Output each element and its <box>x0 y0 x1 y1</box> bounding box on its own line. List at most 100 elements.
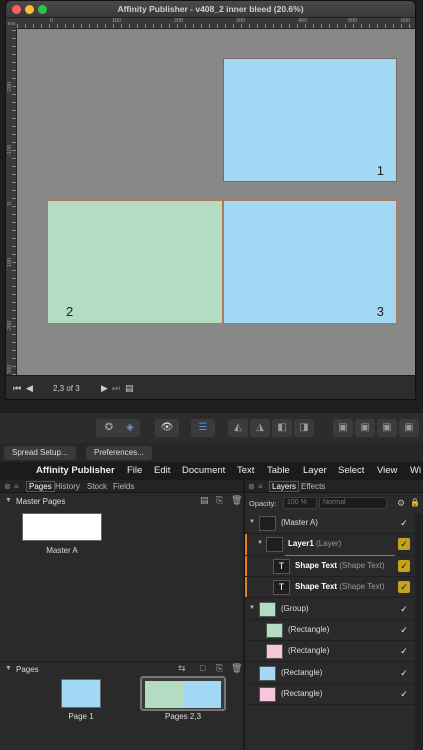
tab-pages[interactable]: Pages <box>26 481 55 492</box>
expand-arrow-icon[interactable]: ▼ <box>257 540 263 546</box>
insert-pages-icon[interactable]: ⎘ <box>216 663 223 674</box>
menu-edit[interactable]: Edit <box>154 465 170 476</box>
settings-gear-icon[interactable]: ⚙ <box>397 498 405 509</box>
preferences-button[interactable]: Preferences... <box>86 446 152 460</box>
persona-photo-icon[interactable]: ◈ <box>120 419 140 437</box>
master-a-label: Master A <box>46 546 78 555</box>
layer-name: (Rectangle) <box>288 625 330 634</box>
page-navigator-icon[interactable]: ▤ <box>125 383 134 394</box>
opacity-field[interactable]: 100 % <box>283 497 317 509</box>
vertical-ruler[interactable]: -200 -100 0 100 200 300 <box>6 29 17 375</box>
layer-row-rectangle[interactable]: (Rectangle) ✓ <box>245 641 415 662</box>
menu-bar: Affinity Publisher File Edit Document Te… <box>0 462 423 480</box>
layer-type: (Shape Text) <box>339 561 385 570</box>
opacity-row: Opacity: 100 % Normal ⚙ 🔒 <box>245 495 423 513</box>
panel-menu-icon[interactable]: ≡ <box>258 482 263 491</box>
visibility-checkbox[interactable]: ✓ <box>398 560 410 572</box>
visibility-checkbox[interactable]: ✓ <box>398 538 410 550</box>
visibility-checkbox[interactable]: ✓ <box>398 603 410 615</box>
page-1[interactable]: 1 <box>223 58 397 182</box>
layer-thumbnail <box>259 516 276 531</box>
page-2[interactable]: 2 <box>47 200 223 324</box>
lock-icon[interactable]: 🔒 <box>410 498 420 507</box>
menu-document[interactable]: Document <box>182 465 225 476</box>
align-icon[interactable]: ☰ <box>191 419 215 437</box>
pages-options-icon[interactable]: ⇆ <box>178 663 186 674</box>
next-page-icon[interactable]: ▶ <box>101 383 108 394</box>
page-3[interactable]: 3 <box>223 200 397 324</box>
layers-scrollbar[interactable] <box>415 513 423 750</box>
panel-menu-icon[interactable]: ≡ <box>14 482 19 491</box>
delete-page-icon[interactable]: 🗑 <box>231 663 242 674</box>
rotate-right-icon[interactable]: ◨ <box>294 419 314 437</box>
pages-heading: Pages <box>16 665 39 674</box>
pages-2-3-thumbnail[interactable] <box>140 676 226 711</box>
layer-row-rectangle[interactable]: (Rectangle) ✓ <box>245 620 415 641</box>
menu-view[interactable]: View <box>377 465 397 476</box>
menu-layer[interactable]: Layer <box>303 465 327 476</box>
visibility-checkbox[interactable]: ✓ <box>398 667 410 679</box>
collapse-arrow-icon[interactable]: ▼ <box>5 497 12 504</box>
visibility-checkbox[interactable]: ✓ <box>398 581 410 593</box>
arrange-front-icon[interactable]: ▣ <box>399 419 419 437</box>
preview-mode-icon[interactable]: 👁 <box>155 419 179 437</box>
master-a-thumbnail[interactable] <box>22 513 102 541</box>
ruler-label: 100 <box>7 257 13 267</box>
panel-close-icon[interactable]: ⊗ <box>248 482 255 491</box>
first-page-icon[interactable]: ⏮ <box>13 383 21 394</box>
layer-type: (Shape Text) <box>339 582 385 591</box>
page-indicator[interactable]: 2,3 of 3 <box>53 384 80 393</box>
layer-thumbnail <box>266 623 283 638</box>
layer-row-master-a[interactable]: ▼ (Master A) ✓ <box>245 513 415 534</box>
menu-table[interactable]: Table <box>267 465 290 476</box>
visibility-checkbox[interactable]: ✓ <box>398 624 410 636</box>
visibility-checkbox[interactable]: ✓ <box>398 688 410 700</box>
page-1-thumbnail[interactable] <box>61 679 101 708</box>
ruler-label: 200 <box>7 320 13 330</box>
menu-text[interactable]: Text <box>237 465 254 476</box>
layer-row-rectangle[interactable]: (Rectangle) ✓ <box>245 684 415 705</box>
flip-horizontal-icon[interactable]: ◭ <box>228 419 248 437</box>
tab-fields[interactable]: Fields <box>113 482 134 491</box>
ruler-label: 0 <box>7 201 13 205</box>
layer-row-shape-text[interactable]: T Shape Text (Shape Text) ✓ <box>245 577 415 598</box>
blend-mode-select[interactable]: Normal <box>319 497 387 509</box>
title-bar: Affinity Publisher - v408_2 inner bleed … <box>6 1 415 18</box>
expand-arrow-icon[interactable]: ▼ <box>249 605 255 611</box>
layer-row-shape-text[interactable]: T Shape Text (Shape Text) ✓ <box>245 556 415 577</box>
tab-stock[interactable]: Stock <box>87 482 107 491</box>
layer-type: (Layer) <box>316 539 342 548</box>
app-menu[interactable]: Affinity Publisher <box>36 465 115 476</box>
arrange-forward-icon[interactable]: ▣ <box>377 419 397 437</box>
layer-row-group[interactable]: ▼ (Group) ✓ <box>245 599 415 620</box>
tab-effects[interactable]: Effects <box>301 482 325 491</box>
expand-arrow-icon[interactable]: ▼ <box>249 519 255 525</box>
previous-page-icon[interactable]: ◀ <box>26 383 33 394</box>
rotate-left-icon[interactable]: ◧ <box>272 419 292 437</box>
arrange-backward-icon[interactable]: ▣ <box>355 419 375 437</box>
layer-row-rectangle[interactable]: (Rectangle) ✓ <box>245 663 415 684</box>
last-page-icon[interactable]: ⏭ <box>112 383 120 394</box>
page-1-label: Page 1 <box>68 712 94 721</box>
master-pages-options-icon[interactable]: ▤ <box>200 495 209 506</box>
insert-master-icon[interactable]: ⎘ <box>216 495 223 506</box>
horizontal-ruler[interactable]: 0 100 200 300 400 500 600 <box>17 18 415 29</box>
menu-window[interactable]: Wi <box>410 465 421 476</box>
menu-file[interactable]: File <box>127 465 142 476</box>
layer-row-layer1[interactable]: ▼ Layer1 (Layer) ✓ <box>245 534 415 556</box>
tab-layers[interactable]: Layers <box>269 481 300 492</box>
visibility-checkbox[interactable]: ✓ <box>398 517 410 529</box>
document-canvas[interactable]: 1 2 3 <box>17 29 415 375</box>
tab-history[interactable]: History <box>55 482 80 491</box>
persona-publisher-icon[interactable]: ✪ <box>96 419 122 437</box>
arrange-back-icon[interactable]: ▣ <box>333 419 353 437</box>
ruler-label: 300 <box>236 18 246 24</box>
flip-vertical-icon[interactable]: ◮ <box>250 419 270 437</box>
visibility-checkbox[interactable]: ✓ <box>398 645 410 657</box>
menu-select[interactable]: Select <box>338 465 364 476</box>
spread-setup-button[interactable]: Spread Setup... <box>4 446 76 460</box>
panel-close-icon[interactable]: ⊗ <box>4 482 11 491</box>
collapse-arrow-icon[interactable]: ▼ <box>5 665 12 672</box>
add-page-icon[interactable]: □ <box>200 663 205 673</box>
delete-master-icon[interactable]: 🗑 <box>231 495 242 506</box>
